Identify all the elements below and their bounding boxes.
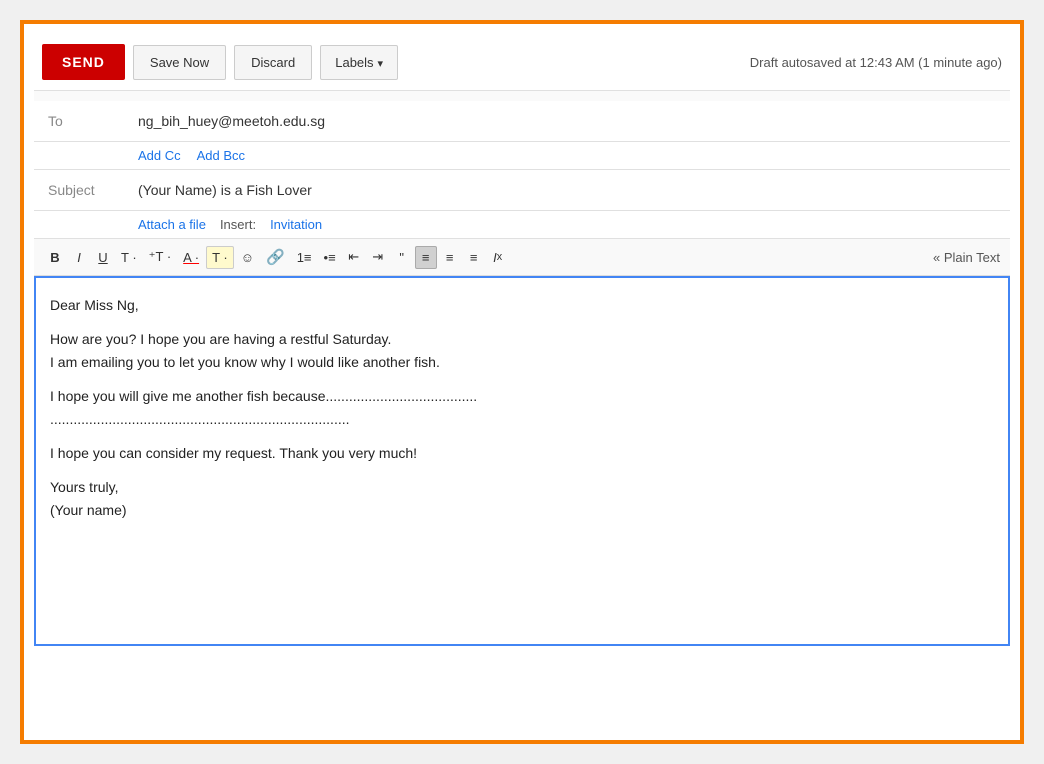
labels-button[interactable]: Labels xyxy=(320,45,398,80)
bullet-list-button[interactable]: •≡ xyxy=(319,247,341,268)
add-cc-link[interactable]: Add Cc xyxy=(138,148,181,163)
body-line4-5: I hope you will give me another fish bec… xyxy=(50,385,994,430)
attach-file-link[interactable]: Attach a file xyxy=(138,217,206,232)
body-line6: I hope you can consider my request. Than… xyxy=(50,442,994,464)
formatting-bar: B I U T · ⁺T · A · T · ☺ 🔗 1≡ •≡ ⇤ ⇥ " ≡… xyxy=(34,239,1010,276)
text-bg-button[interactable]: T · xyxy=(206,246,234,269)
to-row: To ng_bih_huey@meetoh.edu.sg xyxy=(34,101,1010,142)
draft-status: Draft autosaved at 12:43 AM (1 minute ag… xyxy=(750,55,1002,70)
compose-window: SEND Save Now Discard Labels Draft autos… xyxy=(20,20,1024,744)
body-line2-3: How are you? I hope you are having a res… xyxy=(50,328,994,373)
body-line1: Dear Miss Ng, xyxy=(50,294,994,316)
bold-button[interactable]: B xyxy=(44,247,66,268)
numbered-list-button[interactable]: 1≡ xyxy=(292,247,317,268)
attach-row: Attach a file Insert: Invitation xyxy=(34,211,1010,239)
strikethrough-button[interactable]: T · xyxy=(116,247,142,268)
cc-bcc-row: Add Cc Add Bcc xyxy=(34,142,1010,170)
subject-row: Subject (Your Name) is a Fish Lover xyxy=(34,170,1010,211)
insert-label: Insert: xyxy=(220,217,256,232)
email-body[interactable]: Dear Miss Ng, How are you? I hope you ar… xyxy=(34,276,1010,646)
remove-format-button[interactable]: Ix xyxy=(487,247,509,268)
body-line7-8: Yours truly, (Your name) xyxy=(50,476,994,521)
invitation-link[interactable]: Invitation xyxy=(270,217,322,232)
emoji-button[interactable]: ☺ xyxy=(236,247,259,268)
font-size-button[interactable]: ⁺T · xyxy=(144,246,177,268)
font-color-button[interactable]: A · xyxy=(178,247,204,268)
quote-button[interactable]: " xyxy=(391,247,413,268)
indent-more-button[interactable]: ⇥ xyxy=(367,246,389,268)
align-left-button[interactable]: ≡ xyxy=(415,246,437,269)
italic-button[interactable]: I xyxy=(68,247,90,268)
link-button[interactable]: 🔗 xyxy=(261,245,290,269)
align-right-button[interactable]: ≡ xyxy=(463,247,485,268)
indent-less-button[interactable]: ⇤ xyxy=(343,246,365,268)
discard-button[interactable]: Discard xyxy=(234,45,312,80)
to-value[interactable]: ng_bih_huey@meetoh.edu.sg xyxy=(138,109,996,133)
toolbar: SEND Save Now Discard Labels Draft autos… xyxy=(34,34,1010,91)
compose-area: To ng_bih_huey@meetoh.edu.sg Add Cc Add … xyxy=(34,91,1010,646)
to-label: To xyxy=(48,109,138,129)
subject-value[interactable]: (Your Name) is a Fish Lover xyxy=(138,178,996,202)
subject-label: Subject xyxy=(48,178,138,198)
add-bcc-link[interactable]: Add Bcc xyxy=(197,148,245,163)
send-button[interactable]: SEND xyxy=(42,44,125,80)
align-center-button[interactable]: ≡ xyxy=(439,247,461,268)
save-now-button[interactable]: Save Now xyxy=(133,45,226,80)
underline-button[interactable]: U xyxy=(92,247,114,268)
chevron-down-icon xyxy=(378,55,384,70)
plain-text-link[interactable]: « Plain Text xyxy=(933,250,1000,265)
